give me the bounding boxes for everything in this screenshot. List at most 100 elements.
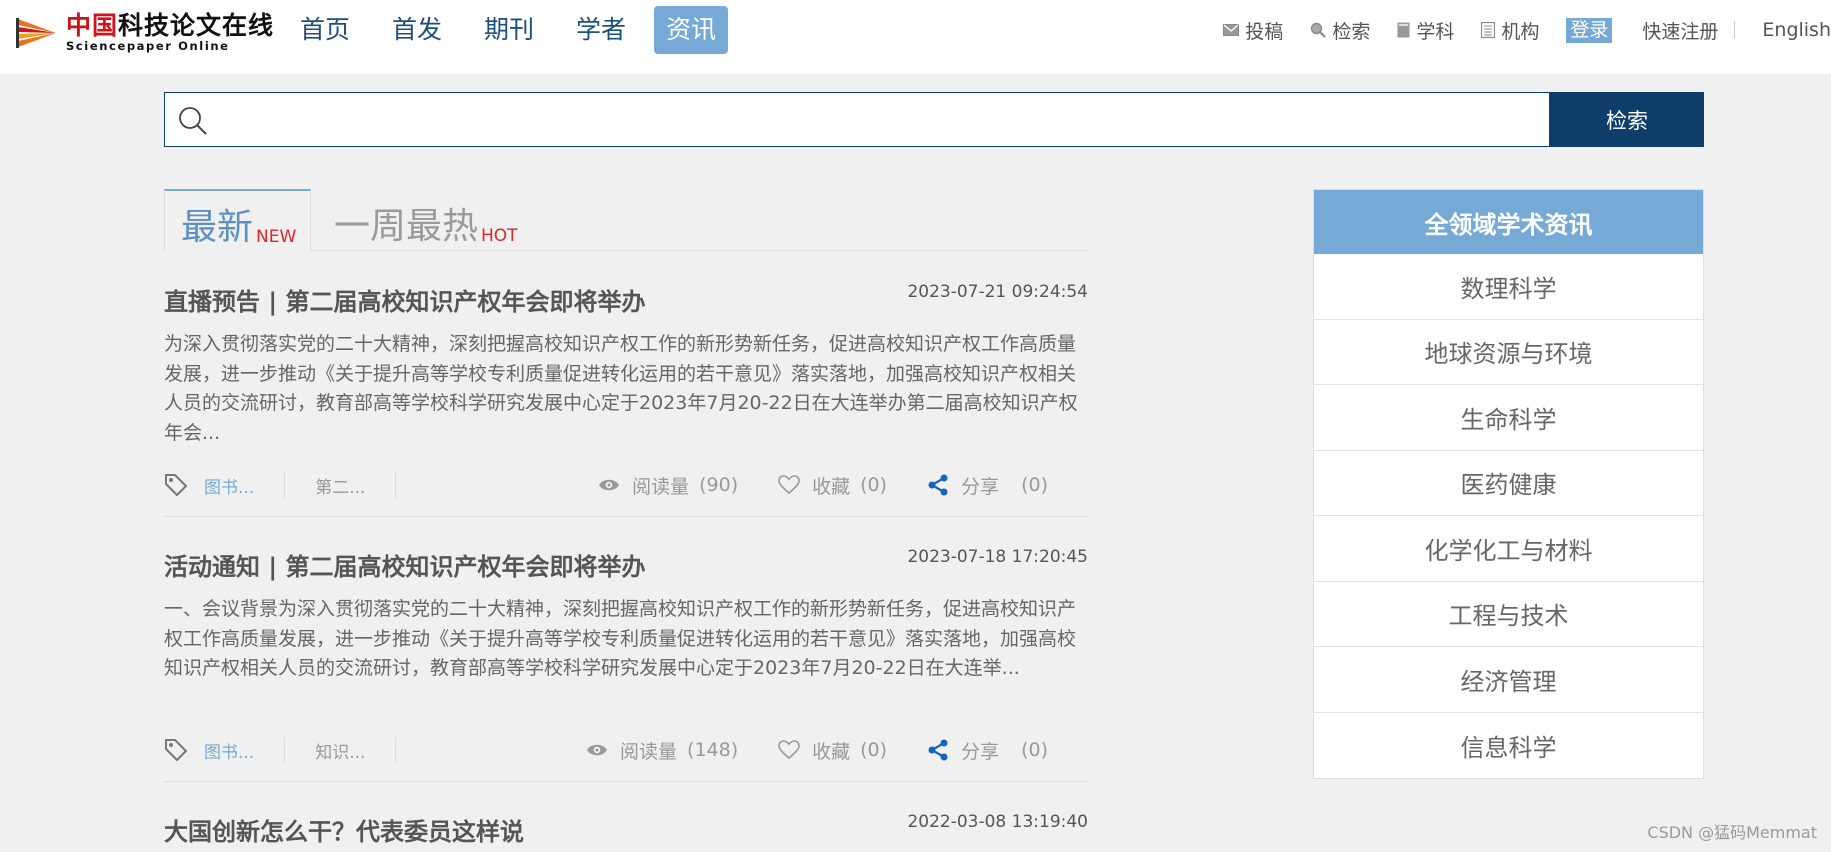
news-title[interactable]: 直播预告 | 第二届高校知识产权年会即将举办	[164, 282, 645, 317]
read-count: 阅读量 (90)	[598, 472, 738, 499]
favorite-value: (0)	[860, 739, 887, 761]
news-tag-link[interactable]: 图书...	[204, 473, 254, 498]
search-input[interactable]	[221, 93, 1541, 146]
share-icon	[927, 739, 949, 761]
tab-hot-badge: HOT	[481, 228, 518, 245]
heart-icon	[778, 475, 800, 495]
nav-journals[interactable]: 期刊	[474, 6, 544, 54]
util-search[interactable]: 检索	[1310, 17, 1370, 44]
meta-divider	[395, 737, 396, 763]
logo-title-red: 中国	[66, 11, 118, 40]
eye-icon	[586, 743, 608, 757]
search-box	[164, 92, 1550, 147]
nav-divider	[1734, 21, 1735, 39]
sidebar-item-economics-management[interactable]: 经济管理	[1314, 647, 1703, 713]
sidebar-item-earth-environment[interactable]: 地球资源与环境	[1314, 320, 1703, 386]
language-switch[interactable]: English	[1762, 19, 1831, 41]
news-date: 2022-03-08 13:19:40	[907, 812, 1088, 832]
favorite-button[interactable]: 收藏 (0)	[778, 737, 887, 764]
building-icon	[1481, 22, 1495, 38]
util-institution-label: 机构	[1501, 17, 1539, 44]
read-count: 阅读量 (148)	[586, 737, 738, 764]
tab-latest[interactable]: 最新 NEW	[164, 189, 311, 252]
util-submit[interactable]: 投稿	[1223, 17, 1283, 44]
sidebar-item-chemistry-materials[interactable]: 化学化工与材料	[1314, 516, 1703, 582]
favorite-value: (0)	[860, 474, 887, 496]
news-meta: 图书... 知识... 阅读量 (148) 收藏 (0)	[164, 735, 1088, 765]
read-label: 阅读量	[620, 737, 677, 764]
news-item: 大国创新怎么干？代表委员这样说 2022-03-08 13:19:40	[164, 782, 1088, 852]
nav-news[interactable]: 资讯	[654, 6, 728, 54]
nav-home[interactable]: 首页	[290, 6, 360, 54]
meta-divider	[395, 472, 396, 498]
news-tag-link[interactable]: 图书...	[204, 738, 254, 763]
util-subject[interactable]: 学科	[1397, 17, 1454, 44]
nav-first-release[interactable]: 首发	[382, 6, 452, 54]
news-list: 直播预告 | 第二届高校知识产权年会即将举办 2023-07-21 09:24:…	[164, 252, 1088, 852]
heart-icon	[778, 740, 800, 760]
news-item: 直播预告 | 第二届高校知识产权年会即将举办 2023-07-21 09:24:…	[164, 252, 1088, 517]
share-icon	[927, 474, 949, 496]
share-label: 分享	[961, 472, 999, 499]
search-button[interactable]: 检索	[1550, 92, 1704, 147]
tag-icon	[164, 738, 188, 762]
site-logo[interactable]: 中国科技论文在线 Sciencepaper Online	[16, 10, 276, 56]
share-value: (0)	[1021, 739, 1048, 761]
register-link[interactable]: 快速注册	[1642, 17, 1718, 44]
util-submit-label: 投稿	[1245, 17, 1283, 44]
logo-title: 中国科技论文在线	[66, 13, 274, 38]
favorite-button[interactable]: 收藏 (0)	[778, 472, 887, 499]
news-date: 2023-07-21 09:24:54	[907, 282, 1088, 302]
news-title[interactable]: 活动通知 | 第二届高校知识产权年会即将举办	[164, 547, 645, 582]
news-summary: 一、会议背景为深入贯彻落实党的二十大精神，深刻把握高校知识产权工作的新形势新任务…	[164, 595, 1088, 684]
news-tabs: 最新 NEW 一周最热 HOT	[164, 189, 1088, 251]
sidebar-item-life-science[interactable]: 生命科学	[1314, 385, 1703, 451]
search-icon	[177, 105, 209, 137]
news-summary: 为深入贯彻落实党的二十大精神，深刻把握高校知识产权工作的新形势新任务，促进高校知…	[164, 330, 1088, 448]
news-stats: 阅读量 (148) 收藏 (0) 分享 (0)	[546, 737, 1088, 764]
logo-subtitle: Sciencepaper Online	[66, 41, 274, 53]
eye-icon	[598, 478, 620, 492]
news-date: 2023-07-18 17:20:45	[907, 547, 1088, 567]
share-button[interactable]: 分享 (0)	[927, 737, 1048, 764]
login-button[interactable]: 登录	[1566, 18, 1612, 43]
sidebar-item-medicine-health[interactable]: 医药健康	[1314, 451, 1703, 517]
watermark: CSDN @猛码Memmat	[1647, 819, 1817, 843]
nav-scholars[interactable]: 学者	[566, 6, 636, 54]
sidebar-title: 全领域学术资讯	[1314, 190, 1703, 254]
sidebar-item-engineering[interactable]: 工程与技术	[1314, 582, 1703, 648]
news-tag[interactable]: 知识...	[315, 738, 365, 763]
tab-latest-badge: NEW	[256, 229, 296, 246]
share-button[interactable]: 分享 (0)	[927, 472, 1048, 499]
utility-nav: 投稿 检索 学科 机构 登录 快速注册 English	[1223, 14, 1831, 46]
logo-mark-icon	[16, 15, 60, 51]
meta-divider	[284, 472, 285, 498]
news-stats: 阅读量 (90) 收藏 (0) 分享 (0)	[558, 472, 1088, 499]
news-tag[interactable]: 第二...	[315, 473, 365, 498]
magnifier-icon	[1310, 22, 1326, 38]
site-header: 中国科技论文在线 Sciencepaper Online 首页 首发 期刊 学者…	[0, 0, 1831, 74]
envelope-icon	[1223, 24, 1239, 36]
sidebar-item-math-physics[interactable]: 数理科学	[1314, 254, 1703, 320]
util-subject-label: 学科	[1416, 17, 1454, 44]
news-title[interactable]: 大国创新怎么干？代表委员这样说	[164, 812, 524, 847]
read-value: (90)	[699, 474, 738, 496]
logo-title-black: 科技论文在线	[118, 11, 274, 40]
book-icon	[1397, 22, 1410, 38]
favorite-label: 收藏	[812, 472, 850, 499]
sidebar-item-information-science[interactable]: 信息科学	[1314, 713, 1703, 779]
read-value: (148)	[687, 739, 738, 761]
main-nav: 首页 首发 期刊 学者 资讯	[290, 6, 750, 54]
tag-icon	[164, 473, 188, 497]
tab-hot[interactable]: 一周最热 HOT	[334, 189, 518, 251]
news-meta: 图书... 第二... 阅读量 (90) 收藏 (0)	[164, 470, 1088, 500]
util-institution[interactable]: 机构	[1481, 17, 1539, 44]
tab-latest-label: 最新	[181, 210, 253, 246]
share-label: 分享	[961, 737, 999, 764]
news-item: 活动通知 | 第二届高校知识产权年会即将举办 2023-07-18 17:20:…	[164, 517, 1088, 782]
favorite-label: 收藏	[812, 737, 850, 764]
util-search-label: 检索	[1332, 17, 1370, 44]
category-sidebar: 全领域学术资讯 数理科学 地球资源与环境 生命科学 医药健康 化学化工与材料 工…	[1313, 189, 1704, 779]
tab-hot-label: 一周最热	[334, 209, 478, 245]
share-value: (0)	[1021, 474, 1048, 496]
